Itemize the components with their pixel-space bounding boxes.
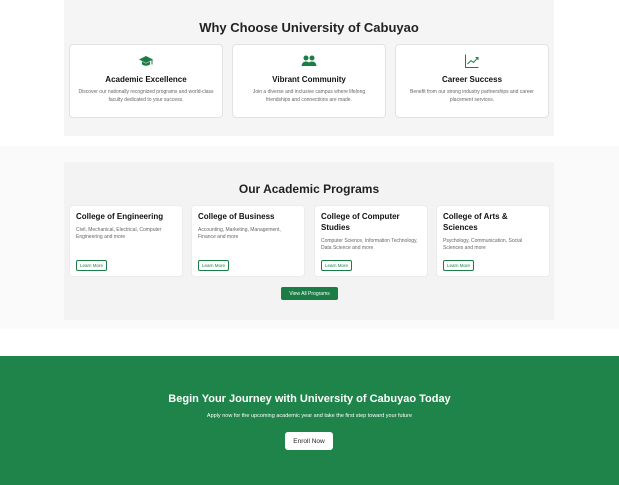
users-icon [301, 55, 317, 66]
enroll-now-button[interactable]: Enroll Now [285, 432, 333, 450]
feature-card-career-success: Career Success Benefit from our strong i… [395, 44, 549, 118]
why-choose-title: Why Choose University of Cabuyao [199, 20, 419, 35]
program-description: Civil, Mechanical, Electrical, Computer … [76, 226, 162, 241]
program-description: Psychology, Communication, Social Scienc… [443, 237, 523, 252]
learn-more-button[interactable]: Learn More [443, 260, 475, 271]
program-card-engineering: College of Engineering Civil, Mechanical… [69, 205, 183, 277]
feature-description: Join a diverse and inclusive campus wher… [252, 89, 366, 103]
program-description: Accounting, Marketing, Management, Finan… [198, 226, 281, 241]
program-title: College of Engineering [76, 212, 164, 221]
feature-description: Benefit from our strong industry partner… [410, 89, 534, 103]
feature-description: Discover our nationally recognized progr… [78, 89, 214, 103]
programs-title: Our Academic Programs [238, 182, 380, 196]
program-card-arts-sciences: College of Arts & Sciences Psychology, C… [436, 205, 550, 277]
feature-title: Academic Excellence [105, 75, 187, 84]
academic-programs-section: Our Academic Programs College of Enginee… [64, 162, 554, 320]
program-title: College of Arts & Sciences [443, 212, 508, 232]
enroll-cta-section: Begin Your Journey with University of Ca… [0, 356, 619, 485]
feature-title: Vibrant Community [272, 75, 346, 84]
page: Why Choose University of Cabuyao Academi… [0, 0, 619, 485]
cta-title: Begin Your Journey with University of Ca… [168, 393, 451, 405]
feature-title: Career Success [441, 75, 503, 84]
feature-card-vibrant-community: Vibrant Community Join a diverse and inc… [232, 44, 386, 118]
cta-subtitle: Apply now for the upcoming academic year… [206, 413, 413, 419]
program-description: Computer Science, Information Technology… [321, 237, 418, 252]
program-card-computer-studies: College of Computer Studies Computer Sci… [314, 205, 428, 277]
graduation-cap-icon [139, 56, 153, 66]
program-title: College of Business [198, 212, 275, 221]
learn-more-button[interactable]: Learn More [321, 260, 353, 271]
view-all-programs-button[interactable]: View All Programs [281, 287, 338, 300]
learn-more-button[interactable]: Learn More [198, 260, 230, 271]
chart-line-icon [465, 54, 479, 68]
feature-card-academic-excellence: Academic Excellence Discover our nationa… [69, 44, 223, 118]
program-title: College of Computer Studies [321, 212, 400, 232]
learn-more-button[interactable]: Learn More [76, 260, 108, 271]
program-card-business: College of Business Accounting, Marketin… [191, 205, 305, 277]
why-choose-section: Why Choose University of Cabuyao Academi… [64, 0, 554, 136]
